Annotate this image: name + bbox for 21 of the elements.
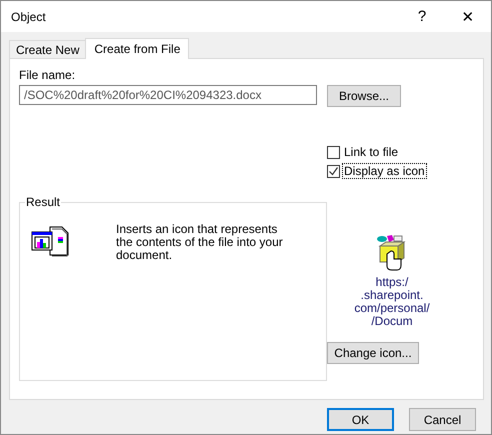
help-button[interactable]: ? [399, 1, 445, 32]
field-label: File name: [19, 68, 76, 82]
icon-caption: com/personal/ [354, 302, 430, 315]
checkbox[interactable] [327, 164, 340, 178]
tab[interactable]: Create New [9, 40, 86, 58]
checkbox-label[interactable]: Display as icon [343, 164, 426, 178]
close-button[interactable]: ✕ [445, 1, 491, 32]
tab[interactable]: Create from File [85, 38, 190, 59]
group-title: Result [25, 195, 62, 209]
result-description: Inserts an icon that represents the contents of the file into your document. [116, 223, 284, 264]
ok-button[interactable]: OK [327, 408, 394, 431]
icon-caption: /Docum [371, 315, 413, 328]
icon-caption: https:/ [376, 276, 408, 289]
file-name-field[interactable]: /SOC%20draft%20for%20CI%2094323.docx [19, 85, 317, 105]
window-title: Object [11, 10, 47, 24]
cancel-button[interactable]: Cancel [409, 408, 476, 431]
checkbox[interactable] [327, 146, 340, 158]
change-icon-button[interactable]: Change icon... [327, 342, 419, 364]
browse-button[interactable]: Browse... [327, 85, 401, 107]
checkbox-label[interactable]: Link to file [343, 145, 400, 159]
icon-caption: .sharepoint. [360, 289, 424, 302]
